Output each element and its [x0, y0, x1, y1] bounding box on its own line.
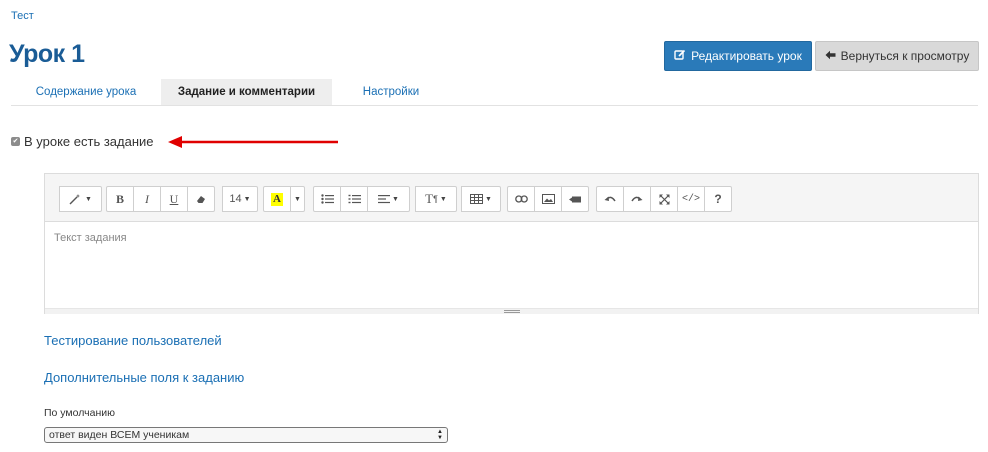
grip-icon — [503, 310, 520, 313]
extra-fields-link[interactable]: Дополнительные поля к заданию — [44, 370, 244, 385]
unordered-list-icon[interactable] — [313, 186, 341, 212]
undo-icon[interactable] — [596, 186, 624, 212]
tab-task-comments[interactable]: Задание и комментарии — [161, 79, 332, 105]
video-icon[interactable] — [561, 186, 589, 212]
editor-toolbar: ▼ B I U 14 ▼ A ▼ ▼ T ¶ ▼ ▼ </> ? — [45, 174, 978, 222]
edit-lesson-label: Редактировать урок — [691, 49, 802, 63]
editor-resize-handle[interactable] — [45, 308, 978, 314]
breadcrumb[interactable]: Тест — [11, 10, 34, 22]
help-icon[interactable]: ? — [704, 186, 732, 212]
edit-lesson-button[interactable]: Редактировать урок — [664, 41, 812, 71]
visibility-label: По умолчанию — [44, 407, 116, 419]
tabs: Содержание урока Задание и комментарии Н… — [11, 79, 978, 106]
bold-icon[interactable]: B — [106, 186, 134, 212]
image-icon[interactable] — [534, 186, 562, 212]
page-title: Урок 1 — [9, 40, 85, 68]
link-icon[interactable] — [507, 186, 535, 212]
editor-content-area[interactable]: Текст задания — [45, 222, 978, 308]
answer-visibility-select[interactable]: ответ виден ВСЕМ ученикам ▲ ▼ — [44, 427, 448, 443]
select-arrows-icon: ▲ ▼ — [437, 429, 443, 441]
back-to-view-button[interactable]: Вернуться к просмотру — [815, 41, 979, 71]
table-icon[interactable]: ▼ — [461, 186, 501, 212]
italic-icon[interactable]: I — [133, 186, 161, 212]
redo-icon[interactable] — [623, 186, 651, 212]
fullscreen-icon[interactable] — [650, 186, 678, 212]
arrow-left-icon — [825, 49, 836, 63]
rich-text-editor: ▼ B I U 14 ▼ A ▼ ▼ T ¶ ▼ ▼ </> ? Текст з… — [44, 173, 979, 314]
back-to-view-label: Вернуться к просмотру — [840, 49, 970, 63]
highlight-dropdown-icon[interactable]: ▼ — [290, 186, 305, 212]
magic-wand-icon[interactable]: ▼ — [59, 186, 102, 212]
eraser-icon[interactable] — [187, 186, 215, 212]
font-size-value: 14 — [229, 193, 242, 205]
ordered-list-icon[interactable] — [340, 186, 368, 212]
highlight-icon[interactable]: A — [263, 186, 291, 212]
has-task-row: ✔ В уроке есть задание — [11, 134, 154, 149]
editor-placeholder: Текст задания — [54, 232, 127, 244]
align-icon[interactable]: ▼ — [367, 186, 410, 212]
text-style-icon[interactable]: T ¶ ▼ — [415, 186, 457, 212]
code-view-icon[interactable]: </> — [677, 186, 705, 212]
has-task-checkbox[interactable]: ✔ — [11, 137, 20, 146]
underline-icon[interactable]: U — [160, 186, 188, 212]
edit-icon — [674, 49, 686, 64]
user-testing-link[interactable]: Тестирование пользователей — [44, 333, 222, 348]
font-size-dropdown[interactable]: 14 ▼ — [222, 186, 258, 212]
tab-lesson-content[interactable]: Содержание урока — [11, 79, 161, 105]
has-task-label: В уроке есть задание — [24, 134, 154, 149]
red-arrow-annotation — [168, 135, 340, 154]
answer-visibility-value: ответ виден ВСЕМ ученикам — [49, 429, 190, 441]
tab-settings[interactable]: Настройки — [332, 79, 450, 105]
